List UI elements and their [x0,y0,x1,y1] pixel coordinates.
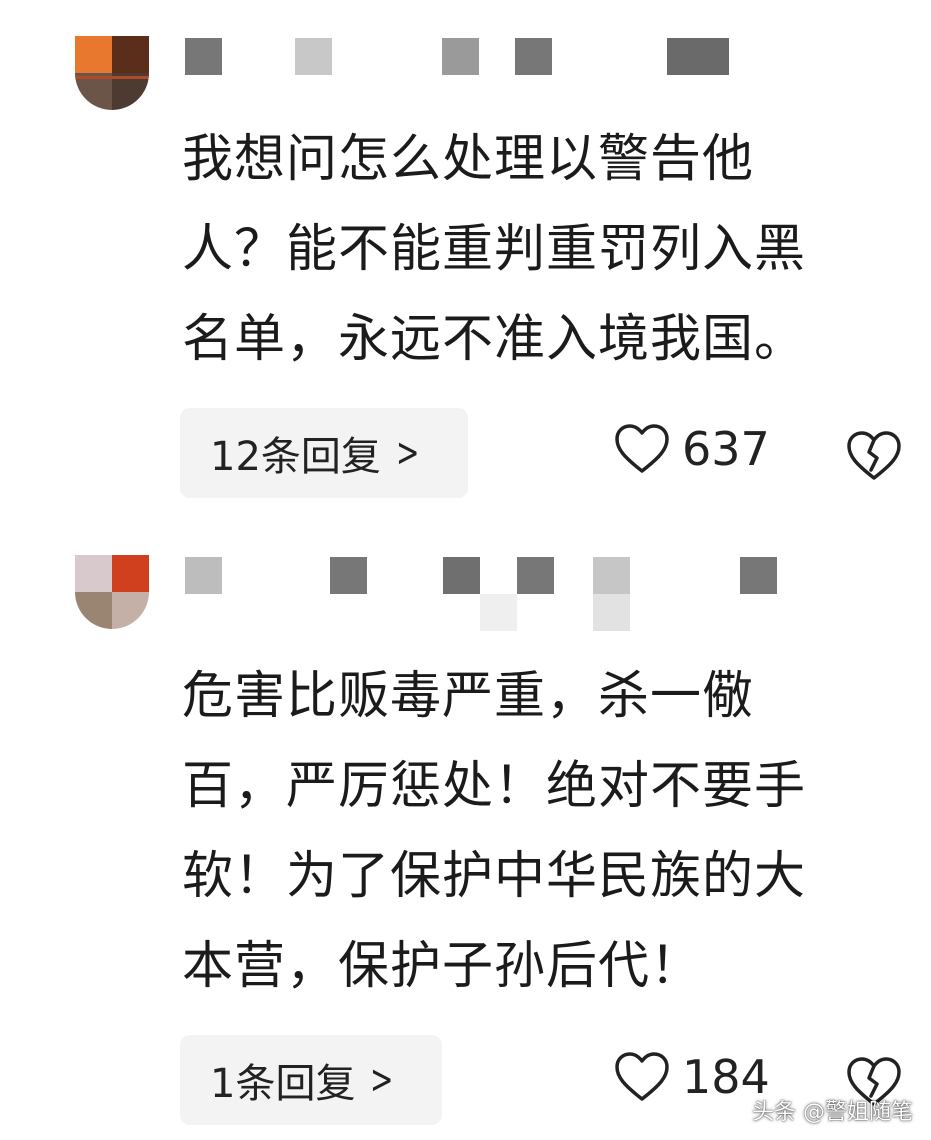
reply-button[interactable]: 1条回复 > [180,1035,442,1125]
reply-label: 1条回复 [210,1061,356,1107]
comment-text: 危害比贩毒严重，杀一儆 百，严厉惩处！绝对不要手 软！为了保护中华民族的大 本营… [182,667,807,996]
like-button[interactable]: 184 [614,1050,770,1104]
comment-item: 危害比贩毒严重，杀一儆 百，严厉惩处！绝对不要手 软！为了保护中华民族的大 本营… [0,0,931,1140]
avatar[interactable] [75,555,149,629]
heart-outline-icon [615,1052,669,1101]
username[interactable] [180,555,780,635]
chevron-right-icon: > [370,1057,394,1103]
watermark: 头条 @警姐随笔 [752,1100,913,1125]
